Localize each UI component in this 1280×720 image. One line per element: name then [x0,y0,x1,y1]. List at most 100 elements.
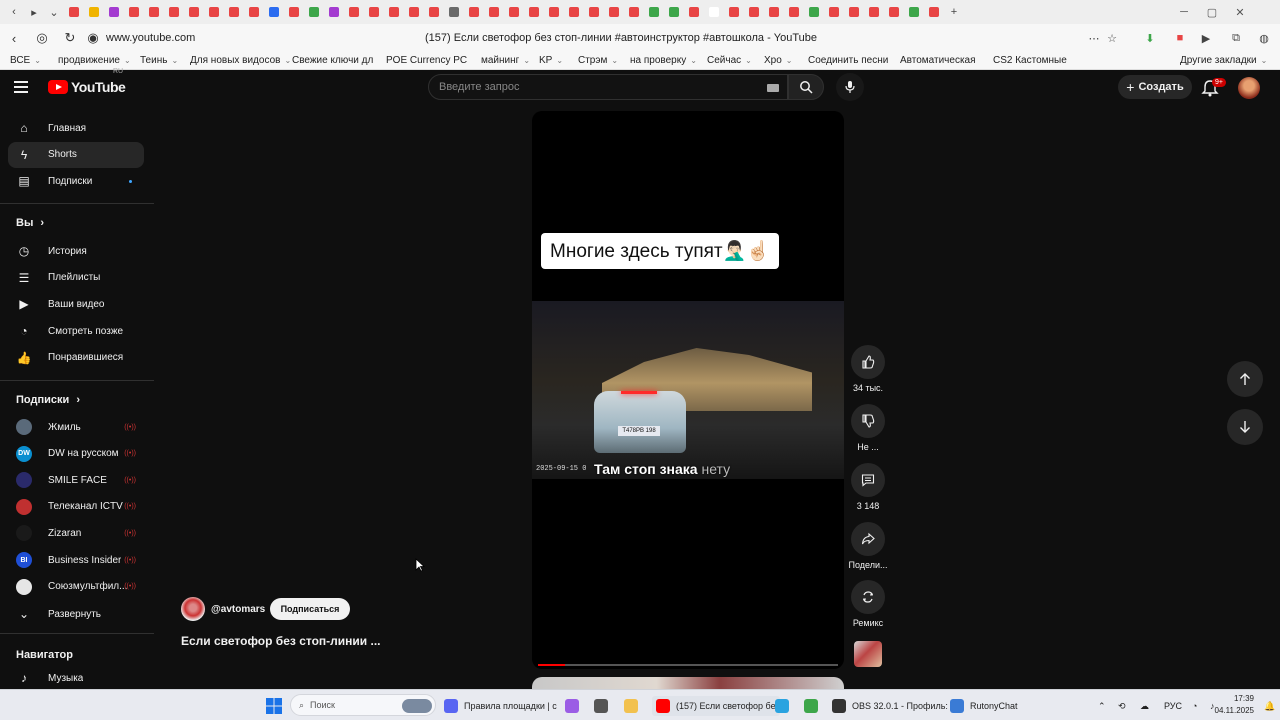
bookmark-item[interactable]: Сейчас ⌄ [707,55,752,66]
browser-tab[interactable] [284,0,304,24]
youtube-logo[interactable]: YouTube [48,79,126,95]
more-icon[interactable]: ⋯ [1084,28,1104,48]
bookmark-item[interactable]: майнинг ⌄ [481,55,530,66]
reload-icon[interactable]: ↻ [56,24,84,52]
browser-tab[interactable] [504,0,524,24]
create-button[interactable]: + Создать [1118,75,1192,99]
taskbar-app[interactable]: Правила площадки | c [444,696,557,716]
search-button[interactable] [788,74,824,100]
you-section-header[interactable]: Вы › [16,217,44,229]
tab-list-icon[interactable]: ⌄ [44,0,64,24]
sidebar-item[interactable]: ♪ Музыка [8,665,144,691]
browser-tab[interactable] [724,0,744,24]
taskbar-app[interactable] [594,696,614,716]
extension-icon[interactable]: ■ [1170,28,1190,48]
bookmark-item[interactable]: Теинь ⌄ [140,55,178,66]
windows-start-icon[interactable] [266,698,282,714]
tab-forward-icon[interactable]: ▸ [24,0,44,24]
next-short-button[interactable] [1227,409,1263,445]
browser-tab[interactable] [704,0,724,24]
browser-tab[interactable] [464,0,484,24]
bookmark-item[interactable]: Свежие ключи дл [292,55,373,66]
new-tab-icon[interactable]: + [944,0,964,24]
close-window-icon[interactable]: ✕ [1226,0,1254,24]
browser-tab[interactable] [84,0,104,24]
bookmark-item[interactable]: CS2 Кастомные [993,55,1067,66]
sidebar-item[interactable]: ϟ Shorts [8,141,144,168]
bookmark-item[interactable]: POE Currency PC [386,55,467,66]
bookmark-item[interactable]: KP ⌄ [539,55,563,66]
media-icon[interactable]: ▶ [1196,28,1216,48]
sidebar-item[interactable]: ◷ История [8,238,144,264]
remix-button[interactable] [851,580,885,614]
subscription-channel[interactable]: SMILE FACE ((•)) [8,467,144,493]
browser-tab[interactable] [604,0,624,24]
sidebar-item[interactable]: ⌂ Главная [8,115,144,141]
shorts-player[interactable]: Многие здесь тупят🤦🏻‍♂️☝🏻 Т478РВ 198 202… [532,111,844,669]
subscription-channel[interactable]: Союзмультфил... ((•)) [8,574,144,600]
language-indicator[interactable]: РУС [1164,696,1182,716]
browser-tab[interactable] [764,0,784,24]
voice-search-button[interactable] [836,73,864,101]
bookmark-icon[interactable]: ☆ [1102,28,1122,48]
search-input[interactable] [439,81,739,93]
browser-tab[interactable] [224,0,244,24]
comments-button[interactable] [851,463,885,497]
browser-tab[interactable] [304,0,324,24]
subscription-channel[interactable]: Zizaran ((•)) [8,520,144,546]
bookmark-item[interactable]: Стрэм ⌄ [578,55,618,66]
browser-tab[interactable] [124,0,144,24]
browser-tab[interactable] [564,0,584,24]
restore-window-icon[interactable]: ▢ [1198,0,1226,24]
browser-tab[interactable] [244,0,264,24]
tray-cloud-icon[interactable]: ☁ [1140,696,1149,716]
share-button[interactable] [851,522,885,556]
taskbar-app[interactable] [775,696,795,716]
sound-thumbnail[interactable] [854,641,882,667]
bookmark-item[interactable]: Соединить песни [808,55,888,66]
browser-tab[interactable] [204,0,224,24]
bookmark-item[interactable]: ВСЕ ⌄ [10,55,41,66]
reader-icon[interactable]: ◎ [28,24,56,52]
previous-short-button[interactable] [1227,361,1263,397]
browser-tab[interactable] [264,0,284,24]
subscription-channel[interactable]: Телеканал ICTV ((•)) [8,494,144,520]
bookmark-item[interactable]: на проверку ⌄ [630,55,697,66]
subscription-channel[interactable]: BI Business Insider ((•)) [8,547,144,573]
taskbar-app[interactable]: OBS 32.0.1 - Профиль: F [832,696,956,716]
taskbar-app[interactable] [804,696,824,716]
taskbar-app[interactable] [565,696,585,716]
browser-tab[interactable] [104,0,124,24]
subscription-channel[interactable]: DW DW на русском ((•)) [8,441,144,467]
browser-tab[interactable] [784,0,804,24]
browser-tab[interactable] [744,0,764,24]
download-icon[interactable]: ⬇ [1140,28,1160,48]
sidebar-item[interactable]: ▤ Подписки [8,168,144,194]
browser-tab[interactable] [684,0,704,24]
expand-subscriptions-button[interactable]: ⌄ Развернуть [8,601,144,627]
like-button[interactable] [851,345,885,379]
bookmark-item[interactable]: Автоматическая [900,55,976,66]
subscription-channel[interactable]: Жмиль ((•)) [8,414,144,440]
browser-tab[interactable] [864,0,884,24]
short-title[interactable]: Если светофор без стоп-линии ... [181,634,381,648]
browser-tab[interactable] [424,0,444,24]
browser-tab[interactable] [344,0,364,24]
browser-tab[interactable] [364,0,384,24]
url-text[interactable]: www.youtube.com [106,32,195,44]
tray-wifi-icon[interactable]: ◔ [1192,696,1197,716]
sidebar-item[interactable]: ◔ Смотреть позже [8,318,144,344]
tab-back-icon[interactable]: ‹ [4,0,24,24]
browser-tab[interactable] [844,0,864,24]
browser-tab[interactable] [64,0,84,24]
notifications-icon[interactable]: 🔔 [1264,696,1275,716]
taskbar-app[interactable]: (157) Если светофор бе [652,696,780,716]
subscriptions-section-header[interactable]: Подписки › [16,394,80,406]
bookmark-item[interactable]: продвижение ⌄ [58,55,131,66]
browser-tab[interactable] [584,0,604,24]
sidebar-item[interactable]: 👍 Понравившиеся [8,345,144,371]
keyboard-icon[interactable] [767,84,779,92]
channel-handle[interactable]: @avtomars [211,604,265,615]
hamburger-menu-icon[interactable] [14,78,34,98]
browser-tab[interactable] [484,0,504,24]
